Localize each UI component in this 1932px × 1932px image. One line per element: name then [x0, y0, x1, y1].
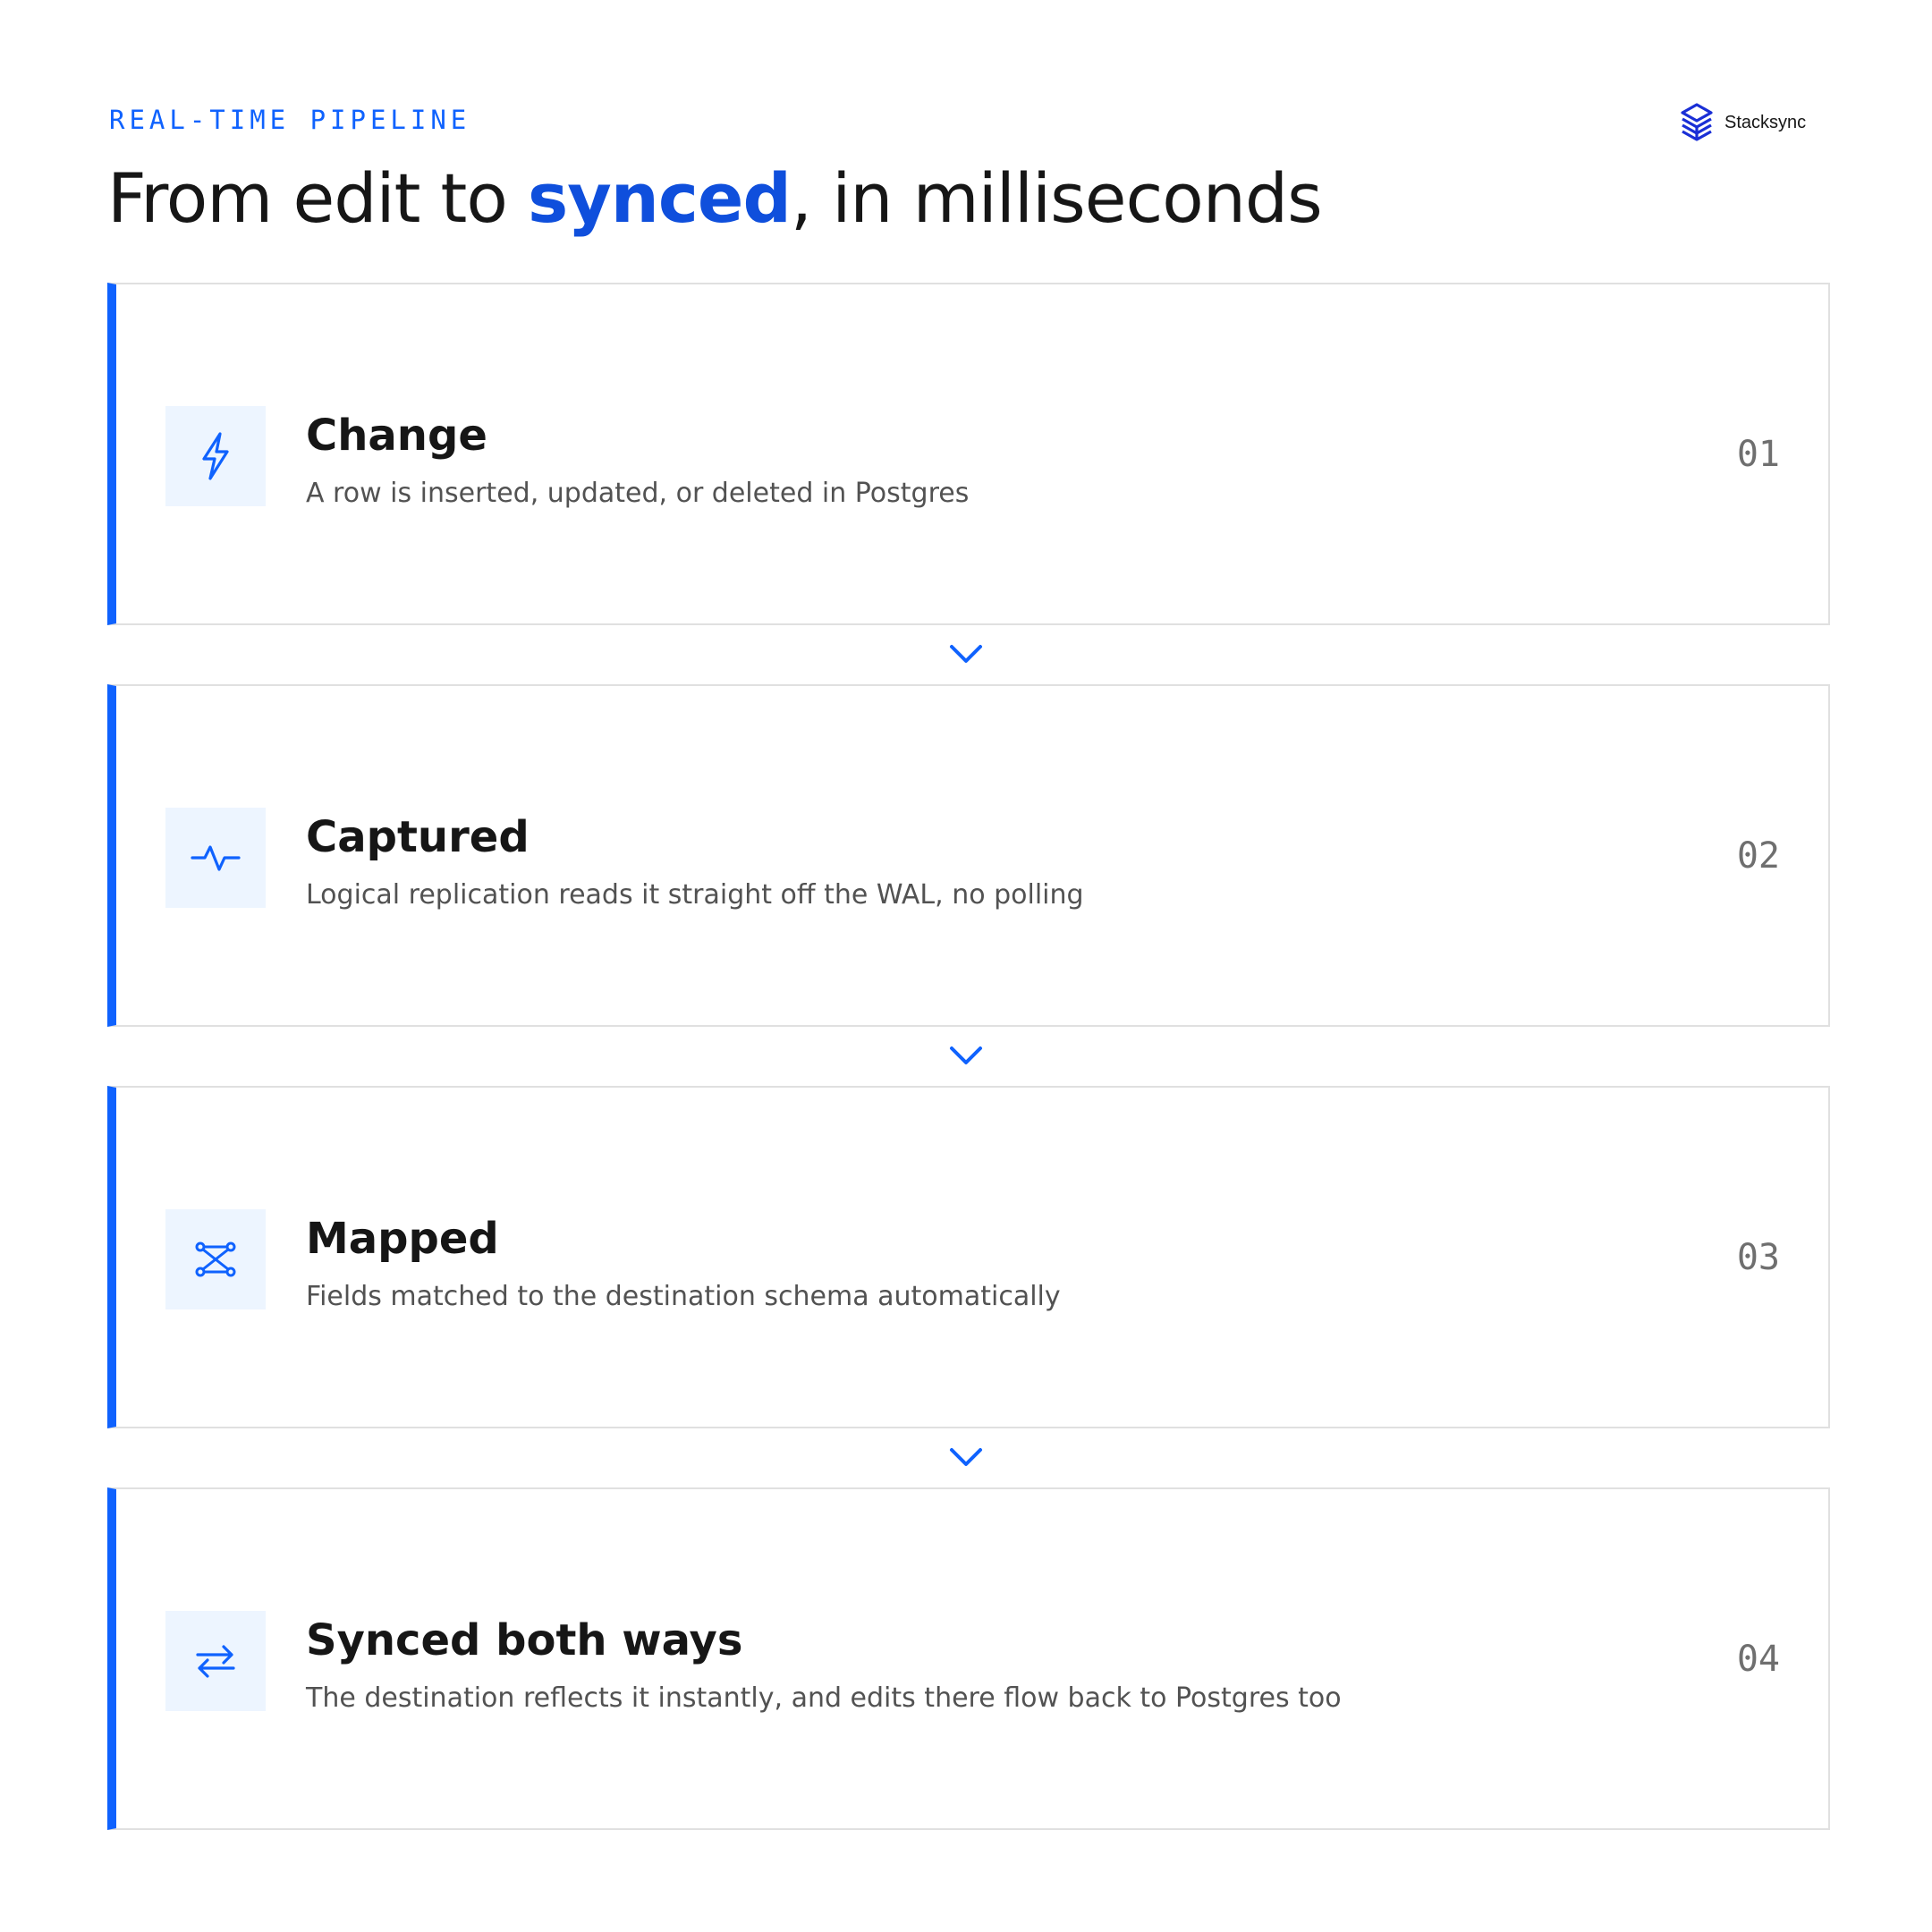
- eyebrow-label: REAL-TIME PIPELINE: [109, 105, 471, 135]
- step-icon-box: [165, 1209, 266, 1309]
- pulse-activity-icon: [191, 845, 241, 871]
- field-mapping-icon: [195, 1241, 236, 1277]
- step-number: 02: [1736, 835, 1780, 877]
- step-title: Captured: [306, 812, 530, 862]
- chevron-down-icon: [950, 1046, 982, 1064]
- step-card-change: Change A row is inserted, updated, or de…: [107, 283, 1830, 625]
- step-description: Logical replication reads it straight of…: [306, 879, 1084, 911]
- step-number: 03: [1736, 1237, 1780, 1278]
- stacksync-logo-icon: [1681, 103, 1713, 141]
- step-card-mapped: Mapped Fields matched to the destination…: [107, 1086, 1830, 1428]
- title-prefix: From edit to: [107, 158, 528, 238]
- chevron-down-icon: [950, 1448, 982, 1466]
- step-card-synced: Synced both ways The destination reflect…: [107, 1487, 1830, 1830]
- brand-name: Stacksync: [1724, 112, 1807, 132]
- chevron-down-icon: [950, 645, 982, 663]
- step-number: 04: [1736, 1639, 1780, 1680]
- step-icon-box: [165, 808, 266, 908]
- title-accent: synced: [527, 158, 792, 238]
- step-card-captured: Captured Logical replication reads it st…: [107, 684, 1830, 1027]
- step-icon-box: [165, 406, 266, 506]
- page-title: From edit to synced, in milliseconds: [107, 154, 1323, 243]
- step-title: Synced both ways: [306, 1615, 743, 1665]
- title-suffix: , in milliseconds: [790, 158, 1323, 238]
- step-description: A row is inserted, updated, or deleted i…: [306, 478, 970, 509]
- step-icon-box: [165, 1611, 266, 1711]
- bidirectional-arrows-icon: [196, 1645, 235, 1678]
- step-description: Fields matched to the destination schema…: [306, 1281, 1061, 1312]
- brand-logo: Stacksync: [1678, 102, 1806, 143]
- step-number: 01: [1736, 434, 1780, 475]
- step-description: The destination reflects it instantly, a…: [306, 1682, 1342, 1714]
- lightning-bolt-icon: [202, 432, 229, 480]
- step-title: Mapped: [306, 1214, 499, 1264]
- step-title: Change: [306, 411, 487, 461]
